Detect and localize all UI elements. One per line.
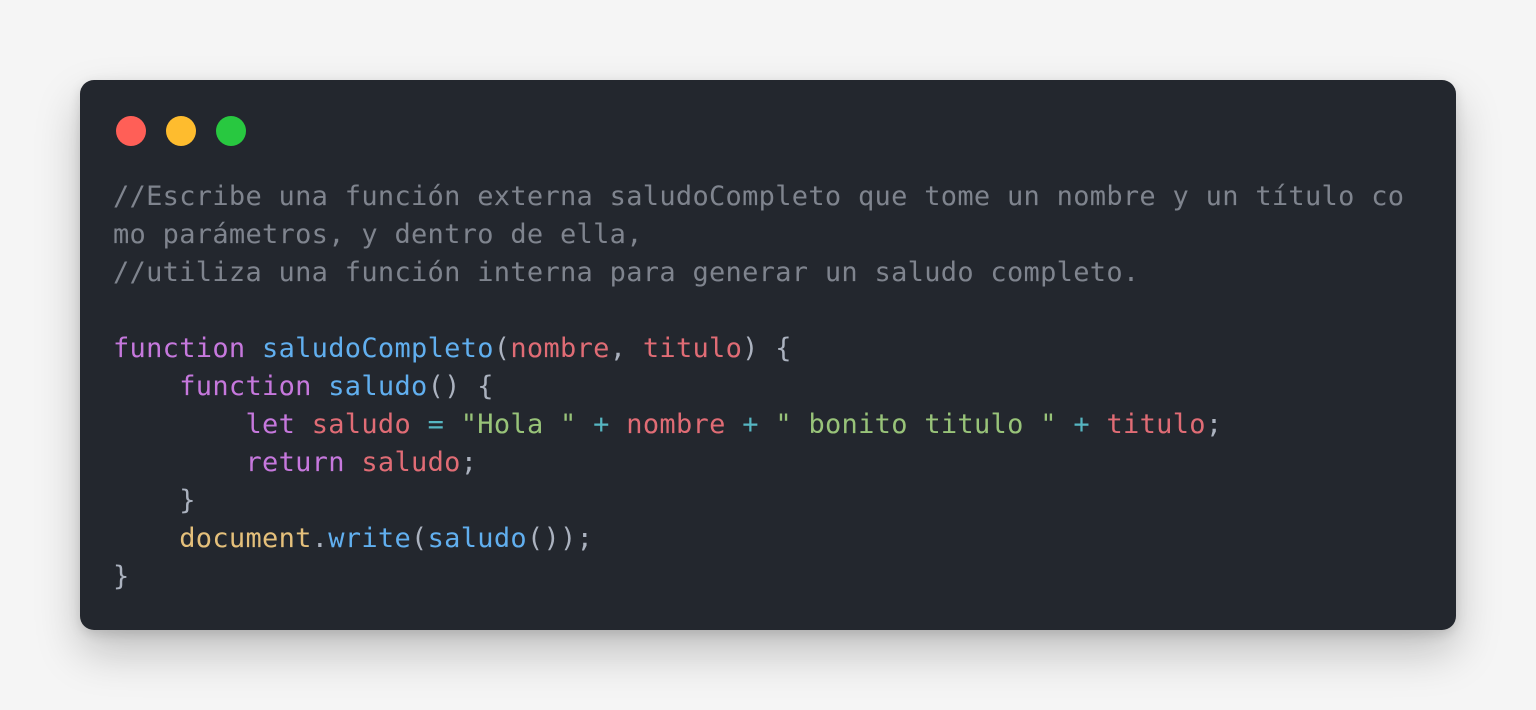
code-token-punct: ; — [1205, 409, 1223, 440]
code-token-comment: //utiliza una función interna para gener… — [113, 257, 1140, 288]
code-token-param: titulo — [642, 333, 743, 364]
zoom-window-icon[interactable] — [216, 116, 246, 146]
code-token-op: = — [427, 409, 445, 440]
code-token-punct: ) { — [742, 333, 792, 364]
code-token-fn: saludo — [427, 523, 527, 554]
code-token-op: + — [742, 409, 759, 440]
code-token-fn: write — [328, 523, 412, 554]
code-token-punct: } — [179, 485, 196, 516]
code-line: return saludo; — [113, 444, 1433, 482]
code-token-punct: () { — [427, 371, 494, 402]
code-token-keyword: let — [245, 409, 296, 440]
close-window-icon[interactable] — [116, 116, 146, 146]
code-token-keyword: function — [113, 333, 246, 364]
code-token-punct: . — [311, 523, 329, 554]
code-token-object: document — [179, 523, 312, 554]
code-token-op: + — [593, 409, 610, 440]
code-token-keyword: function — [179, 371, 312, 402]
code-line: //Escribe una función externa saludoComp… — [113, 178, 1433, 216]
code-token-punct: ( — [411, 523, 428, 554]
code-line: document.write(saludo()); — [113, 520, 1433, 558]
code-window: //Escribe una función externa saludoComp… — [80, 80, 1456, 630]
code-token-punct: ()); — [526, 523, 594, 554]
code-token-punct: , — [609, 333, 643, 364]
code-token-var: nombre — [626, 409, 726, 440]
code-token-keyword: return — [245, 447, 345, 478]
code-token-string: " bonito titulo " — [775, 409, 1057, 440]
code-token-fn: saludo — [328, 371, 428, 402]
code-token-comment: mo parámetros, y dentro de ella, — [113, 219, 643, 250]
code-block: //Escribe una función externa saludoComp… — [113, 178, 1433, 596]
code-token-op: + — [1073, 409, 1090, 440]
code-line: } — [113, 558, 1433, 596]
code-token-comment: //Escribe una función externa saludoComp… — [113, 181, 1405, 212]
code-token-string: "Hola " — [460, 409, 577, 440]
code-token-var: saludo — [311, 409, 412, 440]
code-line: //utiliza una función interna para gener… — [113, 254, 1433, 292]
code-line: mo parámetros, y dentro de ella, — [113, 216, 1433, 254]
code-token-punct: } — [113, 561, 130, 592]
minimize-window-icon[interactable] — [166, 116, 196, 146]
code-line: } — [113, 482, 1433, 520]
code-line: function saludo() { — [113, 368, 1433, 406]
code-token-fn: saludoCompleto — [262, 333, 494, 364]
code-line: let saludo = "Hola " + nombre + " bonito… — [113, 406, 1433, 444]
code-line: function saludoCompleto(nombre, titulo) … — [113, 330, 1433, 368]
code-token-var: titulo — [1106, 409, 1206, 440]
code-token-var: saludo — [361, 447, 461, 478]
code-token-punct: ( — [493, 333, 511, 364]
code-token-punct: ; — [460, 447, 478, 478]
code-token-param: nombre — [510, 333, 610, 364]
